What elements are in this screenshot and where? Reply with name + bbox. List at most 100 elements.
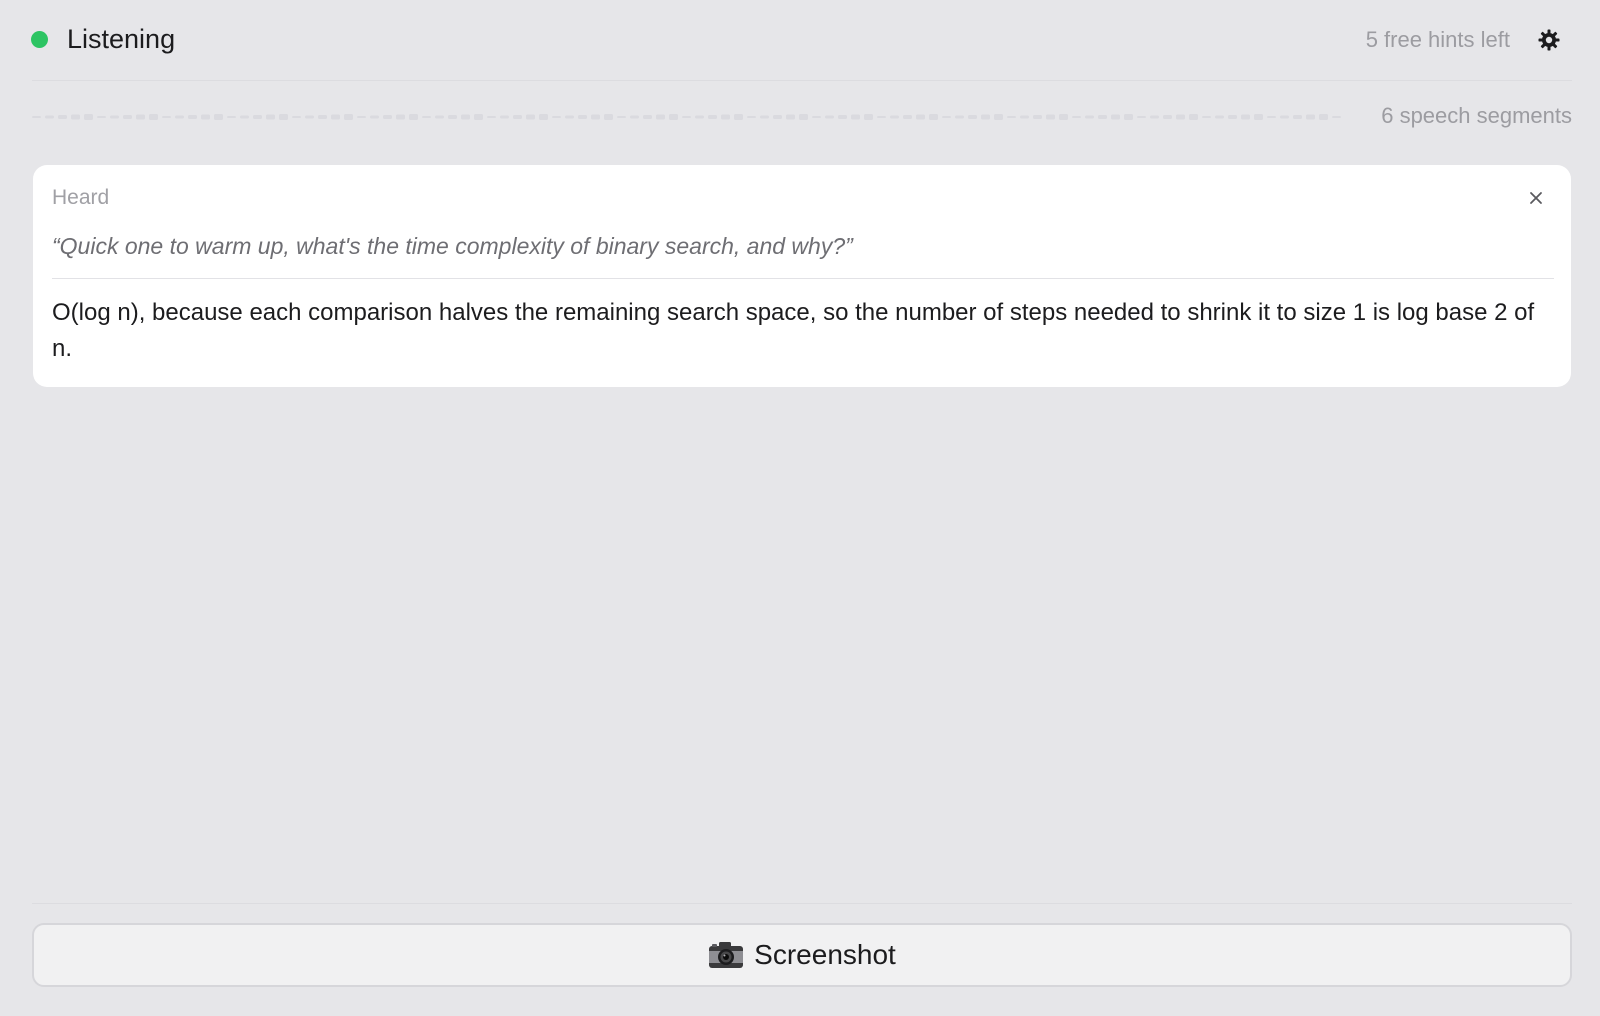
waveform-bar [1254,114,1263,120]
waveform-bar [955,115,964,119]
waveform-bar [227,116,236,118]
waveform-bar [617,116,626,118]
waveform-bar [448,115,457,119]
waveform-bar [773,115,782,119]
gear-icon [1538,29,1560,51]
waveform-bar [1267,116,1276,118]
status-indicator [31,31,48,48]
waveform-bar [1111,114,1120,120]
waveform-bar [1241,114,1250,120]
header-divider [32,80,1572,81]
waveform-bar [1007,116,1016,118]
waveform-bar [786,114,795,120]
waveform-bar [643,115,652,119]
waveform-bar [695,115,704,119]
waveform-bar [1332,116,1341,118]
waveform-bar [526,114,535,120]
waveform-bar [799,114,808,120]
waveform-bar [539,114,548,120]
waveform-bar [409,114,418,120]
waveform-bar [370,115,379,119]
waveform-bar [578,115,587,119]
waveform-bar [1085,115,1094,119]
waveform-bar [1280,115,1289,119]
waveform-bar [890,115,899,119]
waveform-bar [1137,116,1146,118]
waveform-bar [1150,115,1159,119]
waveform-bar [747,116,756,118]
waveform-bar [201,114,210,120]
hints-remaining: 5 free hints left [1365,27,1510,52]
waveform-bar [58,115,67,119]
waveform-bar [721,114,730,120]
waveform-bar [357,116,366,118]
speech-segment-count: 6 speech segments [1381,103,1572,128]
waveform-bar [240,115,249,119]
waveform-bar [669,114,678,120]
waveform-bar [1215,115,1224,119]
waveform-bar [123,115,132,119]
settings-button[interactable] [1534,25,1564,55]
header-bar: Listening 5 free hints left [0,0,1600,80]
waveform-bar [1202,116,1211,118]
waveform-bar [734,114,743,120]
waveform-bar [968,115,977,119]
waveform-bar [1163,115,1172,119]
footer-divider [32,903,1572,904]
heard-card: Heard “Quick one to warm up, what's the … [33,165,1571,387]
waveform-bar [266,114,275,120]
waveform-bar [942,116,951,118]
waveform-bar [1306,114,1315,120]
waveform-bar [1059,114,1068,120]
waveform-bar [1098,115,1107,119]
waveform-bar [500,115,509,119]
waveform-bar [812,116,821,118]
close-icon [1530,192,1542,204]
waveform-bar [1072,116,1081,118]
waveform-bar [682,116,691,118]
waveform-bar [110,115,119,119]
waveform-bar [513,115,522,119]
waveform-bar [916,114,925,120]
waveform-bar [435,115,444,119]
waveform-bar [929,114,938,120]
waveform-bar [1176,114,1185,120]
waveform-bar [71,114,80,120]
waveform-bar [630,115,639,119]
waveform-bar [565,115,574,119]
waveform-bar [318,115,327,119]
hint-answer: O(log n), because each comparison halves… [52,299,1535,362]
waveform-bar [981,114,990,120]
screenshot-button-label: Screenshot [754,939,896,970]
waveform-bar [97,116,106,118]
waveform-bar [864,114,873,120]
waveform-bar [32,116,41,118]
waveform-bar [1293,115,1302,119]
waveform-bar [175,115,184,119]
screenshot-button[interactable]: Screenshot [32,923,1572,987]
waveform-bar [1124,114,1133,120]
waveform-bar [331,114,340,120]
waveform-bar [838,115,847,119]
waveform-bar [1319,114,1328,120]
waveform-bar [1046,114,1055,120]
waveform-bar [1033,115,1042,119]
waveform-bar [656,114,665,120]
close-card-button[interactable] [1525,187,1547,209]
waveform-bar [1228,115,1237,119]
waveform-bar [188,115,197,119]
waveform-bar [253,115,262,119]
waveform-bar [344,114,353,120]
waveform-bar [45,115,54,119]
waveform-bar [136,114,145,120]
waveform-bar [305,115,314,119]
waveform-bar [591,114,600,120]
waveform-bar [708,115,717,119]
waveform-bar [604,114,613,120]
waveform-bar [279,114,288,120]
waveform-bar [162,116,171,118]
status-label: Listening [67,24,176,54]
waveform-bar [1189,114,1198,120]
waveform-bar [292,116,301,118]
waveform-bar [877,116,886,118]
